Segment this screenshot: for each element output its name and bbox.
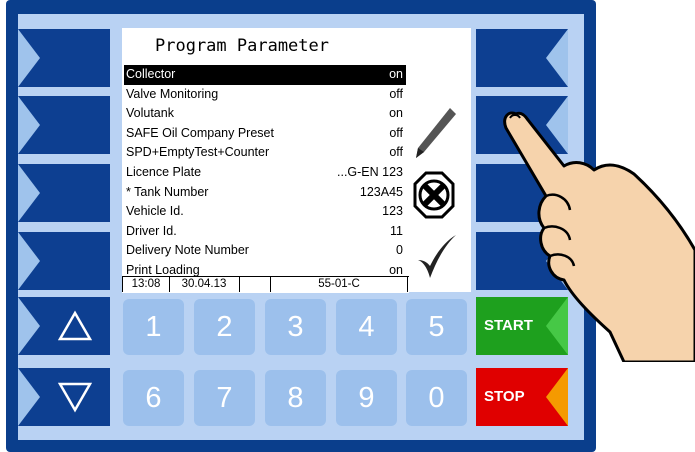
- status-date: 30.04.13: [169, 277, 240, 292]
- checkmark-icon[interactable]: [416, 232, 458, 282]
- left-softkey-2[interactable]: [18, 96, 110, 154]
- down-arrow-icon: [58, 382, 92, 413]
- left-softkey-3[interactable]: [18, 164, 110, 222]
- cancel-x-icon[interactable]: [412, 170, 456, 220]
- pencil-icon[interactable]: [412, 104, 458, 162]
- key-5[interactable]: 5: [406, 299, 467, 355]
- stop-button[interactable]: STOP: [476, 368, 568, 426]
- pointing-hand-icon: [503, 111, 695, 362]
- key-7[interactable]: 7: [194, 370, 255, 426]
- scroll-down-button[interactable]: [18, 368, 110, 426]
- list-item-safe-oil-preset[interactable]: SAFE Oil Company Preset off: [124, 124, 406, 144]
- key-9[interactable]: 9: [336, 370, 397, 426]
- status-bar: 13:08 30.04.13 55-01-C: [122, 276, 409, 293]
- key-1[interactable]: 1: [123, 299, 184, 355]
- key-0[interactable]: 0: [406, 370, 467, 426]
- stop-label: STOP: [484, 388, 525, 405]
- display-screen: Program Parameter Collector on Valve Moni…: [122, 28, 471, 293]
- key-6[interactable]: 6: [123, 370, 184, 426]
- screen-title: Program Parameter: [155, 36, 329, 56]
- key-2[interactable]: 2: [194, 299, 255, 355]
- key-4[interactable]: 4: [336, 299, 397, 355]
- list-item-driver-id[interactable]: Driver Id. 11: [124, 222, 406, 242]
- list-item-valve-monitoring[interactable]: Valve Monitoring off: [124, 85, 406, 105]
- list-item-vehicle-id[interactable]: Vehicle Id. 123: [124, 202, 406, 222]
- status-blank: [240, 277, 271, 292]
- parameter-list: Collector on Valve Monitoring off Volutank…: [124, 65, 406, 299]
- left-softkey-1[interactable]: [18, 29, 110, 87]
- scroll-up-button[interactable]: [18, 297, 110, 355]
- status-code: 55-01-C: [271, 277, 408, 292]
- list-item-volutank[interactable]: Volutank on: [124, 104, 406, 124]
- list-item-licence-plate[interactable]: Licence Plate ...G-EN 123: [124, 163, 406, 183]
- right-softkey-1[interactable]: [476, 29, 568, 87]
- list-item-collector[interactable]: Collector on: [124, 65, 406, 85]
- status-time: 13:08: [122, 277, 170, 292]
- left-softkey-4[interactable]: [18, 232, 110, 290]
- list-item-spd-emptytest-counter[interactable]: SPD+EmptyTest+Counter off: [124, 143, 406, 163]
- key-8[interactable]: 8: [265, 370, 326, 426]
- key-3[interactable]: 3: [265, 299, 326, 355]
- up-arrow-icon: [58, 310, 92, 341]
- list-item-tank-number[interactable]: * Tank Number 123A45: [124, 183, 406, 203]
- list-item-delivery-note-number[interactable]: Delivery Note Number 0: [124, 241, 406, 261]
